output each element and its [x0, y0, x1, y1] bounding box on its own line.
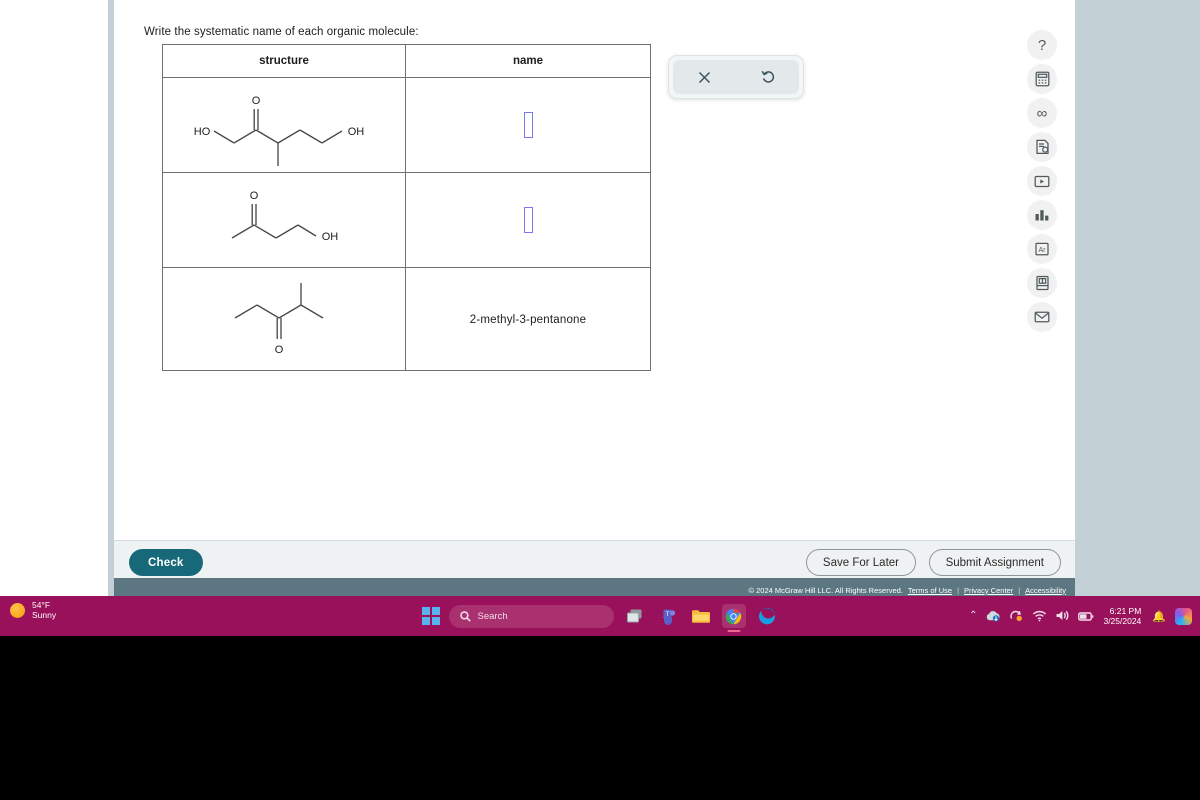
search-icon — [459, 610, 471, 622]
assignment-content: Write the systematic name of each organi… — [114, 0, 1075, 540]
tools-rail: ? ∞ Ar — [1027, 30, 1057, 332]
wifi-icon[interactable] — [1032, 609, 1047, 623]
molecule-diagram-1: HO O OH — [194, 95, 365, 166]
calculator-glyph — [1035, 71, 1049, 87]
microsoft-edge-icon[interactable] — [755, 604, 779, 628]
page-title: Write the systematic name of each organi… — [144, 26, 419, 38]
footer: © 2024 McGraw Hill LLC. All Rights Reser… — [114, 584, 1075, 596]
close-icon — [698, 71, 711, 83]
svg-text:T: T — [666, 611, 670, 618]
notes-icon[interactable] — [1027, 132, 1057, 162]
search-input[interactable]: Search — [448, 604, 614, 628]
page-left-gutter — [0, 0, 114, 596]
name-cell-1 — [405, 77, 651, 173]
submit-assignment-button[interactable]: Submit Assignment — [928, 549, 1061, 576]
undo-icon — [761, 70, 774, 83]
chart-icon[interactable] — [1027, 200, 1057, 230]
mol3-label-o: O — [275, 344, 284, 356]
name-value-3: 2-methyl-3-pentanone — [469, 314, 587, 326]
microsoft-teams-icon[interactable]: T — [656, 604, 680, 628]
check-button[interactable]: Check — [129, 549, 203, 576]
notifications-bell-icon[interactable]: 🔔 — [1152, 610, 1166, 623]
screen: Write the systematic name of each organi… — [0, 0, 1200, 800]
volume-icon[interactable] — [1055, 609, 1069, 623]
table-row: O OH — [162, 172, 651, 268]
search-placeholder: Search — [477, 610, 508, 622]
tray-overflow-icon[interactable]: ⌃ — [969, 611, 977, 621]
name-cell-3: 2-methyl-3-pentanone — [405, 267, 651, 371]
reference-book-icon[interactable] — [1027, 268, 1057, 298]
name-cell-2 — [405, 172, 651, 268]
google-chrome-icon[interactable] — [721, 604, 746, 628]
clock[interactable]: 6:21 PM 3/25/2024 — [1103, 606, 1141, 626]
save-for-later-button[interactable]: Save For Later — [805, 549, 916, 576]
onedrive-icon[interactable] — [986, 609, 1001, 623]
start-button-icon[interactable] — [421, 607, 440, 625]
periodic-table-icon[interactable]: Ar — [1027, 234, 1057, 264]
copyright-text: © 2024 McGraw Hill LLC. All Rights Reser… — [748, 585, 903, 595]
name-input-2[interactable] — [523, 207, 533, 233]
molecule-table: structure name HO O OH O OH O 2-methyl-3… — [162, 44, 651, 371]
mol2-label-oh: OH — [322, 231, 339, 243]
svg-text:Ar: Ar — [1039, 247, 1047, 254]
reference-book-glyph — [1035, 275, 1049, 291]
sync-status-icon[interactable] — [1009, 609, 1023, 623]
infinity-icon[interactable]: ∞ — [1027, 98, 1057, 128]
footer-separator: | — [957, 585, 960, 595]
system-tray: ⌃ 6:21 PM 3/25/2024 🔔 — [969, 596, 1192, 636]
task-view-icon[interactable] — [623, 604, 647, 628]
structure-cell-3: O — [162, 267, 406, 371]
privacy-center-link[interactable]: Privacy Center — [964, 586, 1013, 595]
column-header-name: name — [405, 44, 651, 78]
help-icon[interactable]: ? — [1027, 30, 1057, 60]
file-explorer-icon[interactable] — [689, 604, 713, 628]
molecule-diagram-3: O — [234, 283, 324, 356]
table-row: O 2-methyl-3-pentanone — [162, 267, 651, 371]
clear-button[interactable] — [690, 63, 720, 91]
table-row: HO O OH — [162, 77, 651, 173]
mini-toolbar-inner — [673, 60, 799, 94]
calculator-icon[interactable] — [1027, 64, 1057, 94]
periodic-table-glyph: Ar — [1035, 242, 1049, 256]
mol1-label-oh: OH — [348, 126, 365, 138]
notes-glyph — [1035, 139, 1049, 155]
molecule-diagram-2: O OH — [231, 190, 339, 243]
table-header-row: structure name — [162, 44, 651, 78]
terms-of-use-link[interactable]: Terms of Use — [908, 586, 952, 595]
video-glyph — [1034, 175, 1050, 187]
footer-separator: | — [1018, 585, 1021, 595]
copilot-icon[interactable] — [1175, 607, 1192, 625]
video-icon[interactable] — [1027, 166, 1057, 196]
mail-glyph — [1034, 311, 1050, 323]
column-header-structure: structure — [162, 44, 406, 78]
undo-button[interactable] — [753, 63, 783, 91]
name-input-1[interactable] — [523, 112, 533, 138]
structure-cell-1: HO O OH — [162, 77, 406, 173]
mol1-label-ho: HO — [194, 126, 211, 138]
structure-cell-2: O OH — [162, 172, 406, 268]
infinity-glyph: ∞ — [1036, 104, 1048, 122]
accessibility-link[interactable]: Accessibility — [1025, 586, 1066, 595]
battery-icon[interactable] — [1078, 609, 1094, 623]
clock-date: 3/25/2024 — [1103, 616, 1142, 626]
windows-taskbar: 54°F Sunny Search T ⌃ 6:21 PM 3/25/2024 … — [0, 596, 1200, 636]
mail-icon[interactable] — [1027, 302, 1057, 332]
chart-glyph — [1035, 210, 1049, 221]
mol2-label-o: O — [250, 190, 259, 202]
clock-time: 6:21 PM — [1109, 605, 1142, 616]
mol1-label-o: O — [252, 95, 261, 107]
editor-mini-toolbar — [668, 55, 804, 99]
help-glyph: ? — [1037, 36, 1047, 54]
